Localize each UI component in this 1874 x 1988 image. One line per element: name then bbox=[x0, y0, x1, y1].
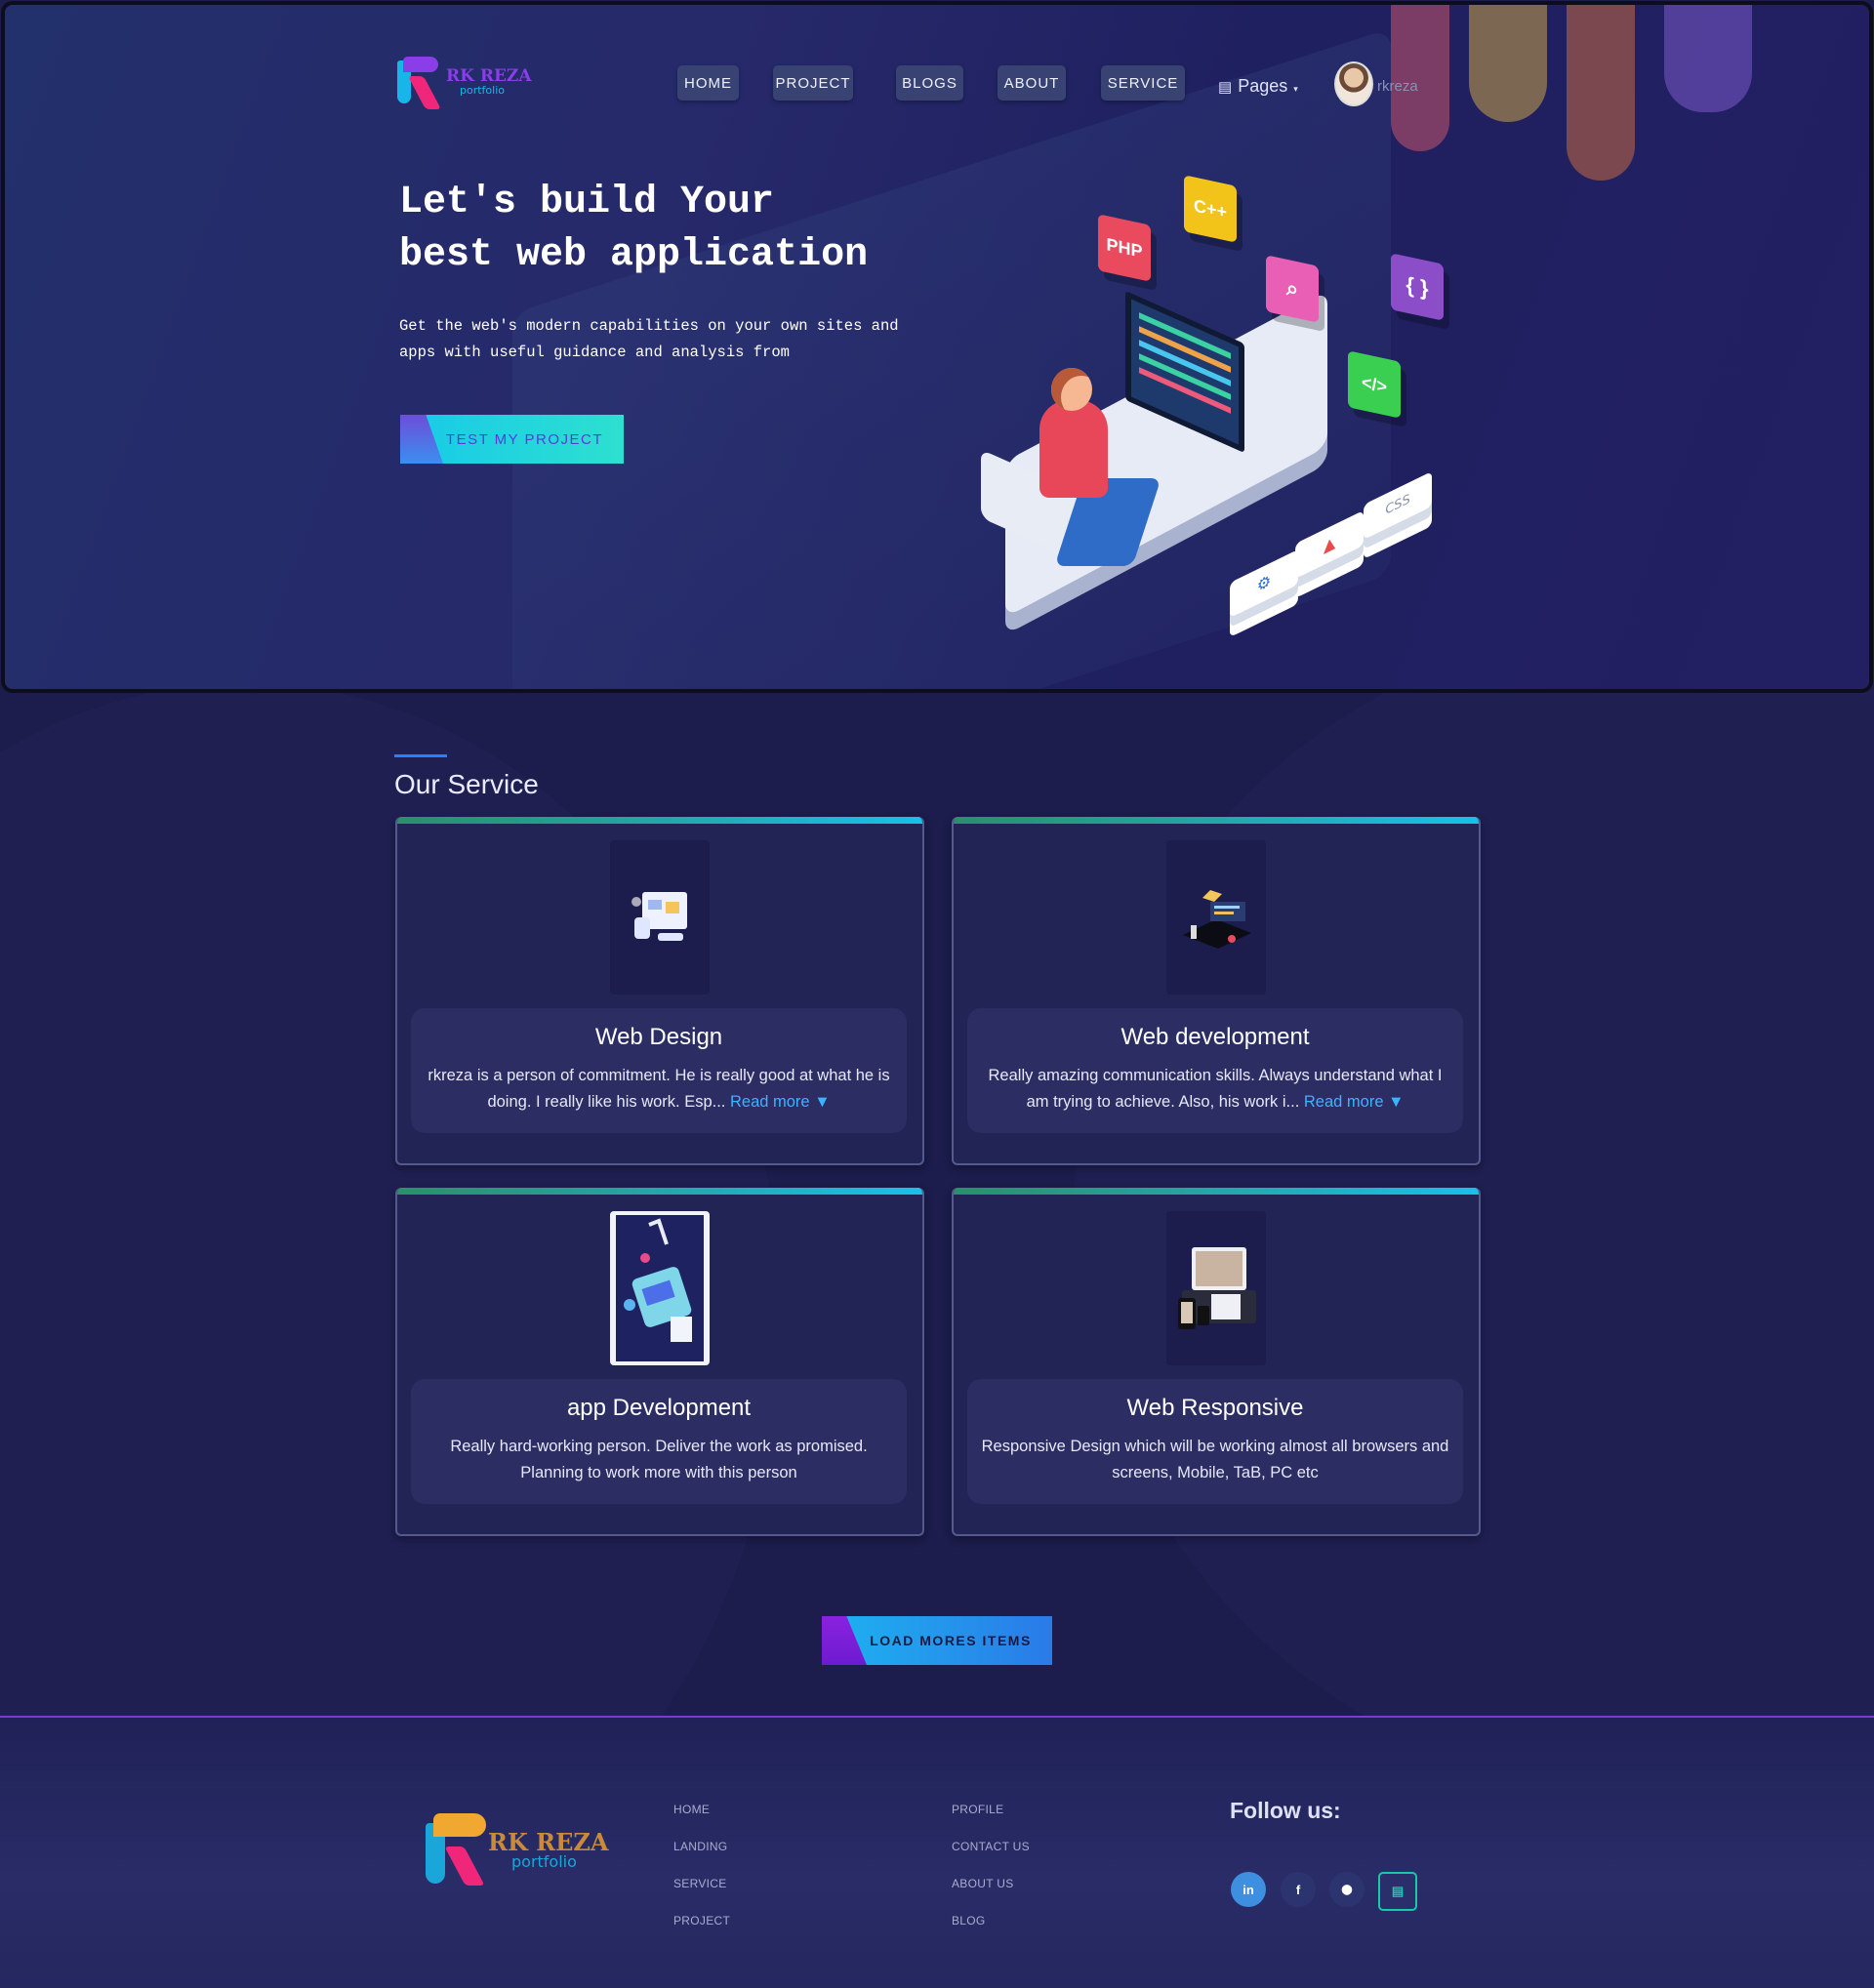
css-label: CSS bbox=[1385, 491, 1410, 519]
chevron-down-icon: ▾ bbox=[1293, 84, 1298, 94]
pages-dropdown[interactable]: ▤ Pages ▾ bbox=[1218, 76, 1298, 97]
hero-subtitle: Get the web's modern capabilities on you… bbox=[399, 317, 899, 361]
document-icon: ▤ bbox=[1218, 78, 1233, 96]
resume-icon[interactable]: ▤ bbox=[1378, 1872, 1417, 1911]
footer-link-about[interactable]: ABOUT US bbox=[952, 1877, 1014, 1890]
footer-link-project[interactable]: PROJECT bbox=[673, 1914, 730, 1927]
service-card-web-development[interactable]: Web development Really amazing communica… bbox=[952, 817, 1481, 1165]
nav-about-button[interactable]: ABOUT bbox=[998, 65, 1066, 101]
footer-link-service[interactable]: SERVICE bbox=[673, 1877, 727, 1890]
service-card-title: app Development bbox=[566, 1395, 752, 1421]
web-design-illustration bbox=[610, 840, 710, 994]
video-tile-icon: ▲ bbox=[1295, 509, 1364, 580]
service-card-app-development[interactable]: app Development Really hard-working pers… bbox=[395, 1188, 924, 1536]
search-tag-icon: ⌕ bbox=[1266, 255, 1319, 323]
footer-link-contact[interactable]: CONTACT US bbox=[952, 1840, 1030, 1853]
footer-link-blog[interactable]: BLOG bbox=[952, 1914, 986, 1927]
footer bbox=[0, 1718, 1874, 1988]
username-label[interactable]: rkreza bbox=[1377, 78, 1418, 95]
developer-illustration: PHP C++ ⌕ { } </> CSS ▲ ⚙ bbox=[961, 151, 1469, 659]
load-more-label: LOAD MORES ITEMS bbox=[870, 1633, 1032, 1648]
github-icon[interactable]: ⬤ bbox=[1329, 1872, 1365, 1907]
load-more-button[interactable]: LOAD MORES ITEMS bbox=[822, 1616, 1052, 1665]
service-card-title: Web development bbox=[1120, 1024, 1310, 1050]
background-drip bbox=[1469, 5, 1547, 122]
web-development-illustration bbox=[1166, 840, 1266, 994]
brand-logo[interactable]: RK REZA portfolio bbox=[397, 57, 532, 109]
background-drip bbox=[1567, 5, 1635, 181]
php-tag-icon: PHP bbox=[1098, 214, 1151, 282]
logo-text: RK REZA portfolio bbox=[488, 1831, 609, 1870]
follow-heading: Follow us: bbox=[1230, 1798, 1341, 1823]
css-tile-icon: CSS bbox=[1364, 470, 1432, 541]
service-card-body: Web development Really amazing communica… bbox=[967, 1008, 1463, 1133]
user-avatar[interactable] bbox=[1334, 61, 1373, 106]
logo-icon bbox=[397, 57, 444, 109]
nav-home-button[interactable]: HOME bbox=[677, 65, 739, 101]
logo-icon bbox=[426, 1813, 494, 1887]
brand-tagline: portfolio bbox=[460, 84, 505, 97]
read-more-link[interactable]: Read more ▼ bbox=[1304, 1093, 1405, 1111]
service-card-title: Web Responsive bbox=[1126, 1395, 1304, 1421]
app-development-illustration bbox=[610, 1211, 710, 1365]
code-tag-icon: </> bbox=[1348, 350, 1401, 419]
linkedin-icon[interactable]: in bbox=[1231, 1872, 1266, 1907]
background-drip bbox=[1664, 5, 1752, 112]
braces-tag-icon: { } bbox=[1391, 253, 1444, 321]
hero-title: Let's build Your best web application bbox=[399, 181, 869, 277]
footer-link-profile[interactable]: PROFILE bbox=[952, 1803, 1003, 1816]
pages-label: Pages bbox=[1238, 76, 1288, 96]
footer-divider bbox=[0, 1716, 1874, 1718]
service-card-web-design[interactable]: Web Design rkreza is a person of commitm… bbox=[395, 817, 924, 1165]
footer-brand-tagline: portfolio bbox=[511, 1852, 577, 1871]
brand-name: RK REZA bbox=[446, 66, 532, 86]
service-card-web-responsive[interactable]: Web Responsive Responsive Design which w… bbox=[952, 1188, 1481, 1536]
settings-tile-icon: ⚙ bbox=[1230, 548, 1298, 619]
service-card-text: Really hard-working person. Deliver the … bbox=[450, 1438, 868, 1481]
person-body-illustration bbox=[1039, 400, 1108, 498]
service-card-text: Really amazing communication skills. Alw… bbox=[981, 1063, 1449, 1116]
nav-blogs-button[interactable]: BLOGS bbox=[896, 65, 963, 101]
nav-service-button[interactable]: SERVICE bbox=[1101, 65, 1185, 101]
person-head-illustration bbox=[1051, 368, 1092, 411]
service-card-body: Web Design rkreza is a person of commitm… bbox=[411, 1008, 907, 1133]
hero-section: RK REZA portfolio HOME PROJECT BLOGS ABO… bbox=[5, 5, 1869, 689]
service-card-text: Responsive Design which will be working … bbox=[981, 1438, 1449, 1481]
facebook-icon[interactable]: f bbox=[1281, 1872, 1316, 1907]
service-card-text: rkreza is a person of commitment. He is … bbox=[425, 1063, 893, 1116]
footer-link-home[interactable]: HOME bbox=[673, 1803, 710, 1816]
nav-project-button[interactable]: PROJECT bbox=[773, 65, 853, 101]
responsive-devices-illustration bbox=[1166, 1211, 1266, 1365]
cpp-tag-icon: C++ bbox=[1184, 175, 1237, 243]
read-more-link[interactable]: Read more ▼ bbox=[730, 1093, 831, 1111]
section-accent-line bbox=[394, 754, 447, 757]
service-card-body: Web Responsive Responsive Design which w… bbox=[967, 1379, 1463, 1504]
test-project-button[interactable]: TEST MY PROJECT bbox=[400, 415, 624, 464]
service-card-body: app Development Really hard-working pers… bbox=[411, 1379, 907, 1504]
logo-text: RK REZA portfolio bbox=[446, 66, 532, 97]
service-card-title: Web Design bbox=[594, 1024, 723, 1050]
footer-logo[interactable]: RK REZA portfolio bbox=[426, 1813, 609, 1887]
footer-link-landing[interactable]: LANDING bbox=[673, 1840, 727, 1853]
test-project-label: TEST MY PROJECT bbox=[445, 430, 604, 448]
services-heading: Our Service bbox=[394, 769, 539, 799]
